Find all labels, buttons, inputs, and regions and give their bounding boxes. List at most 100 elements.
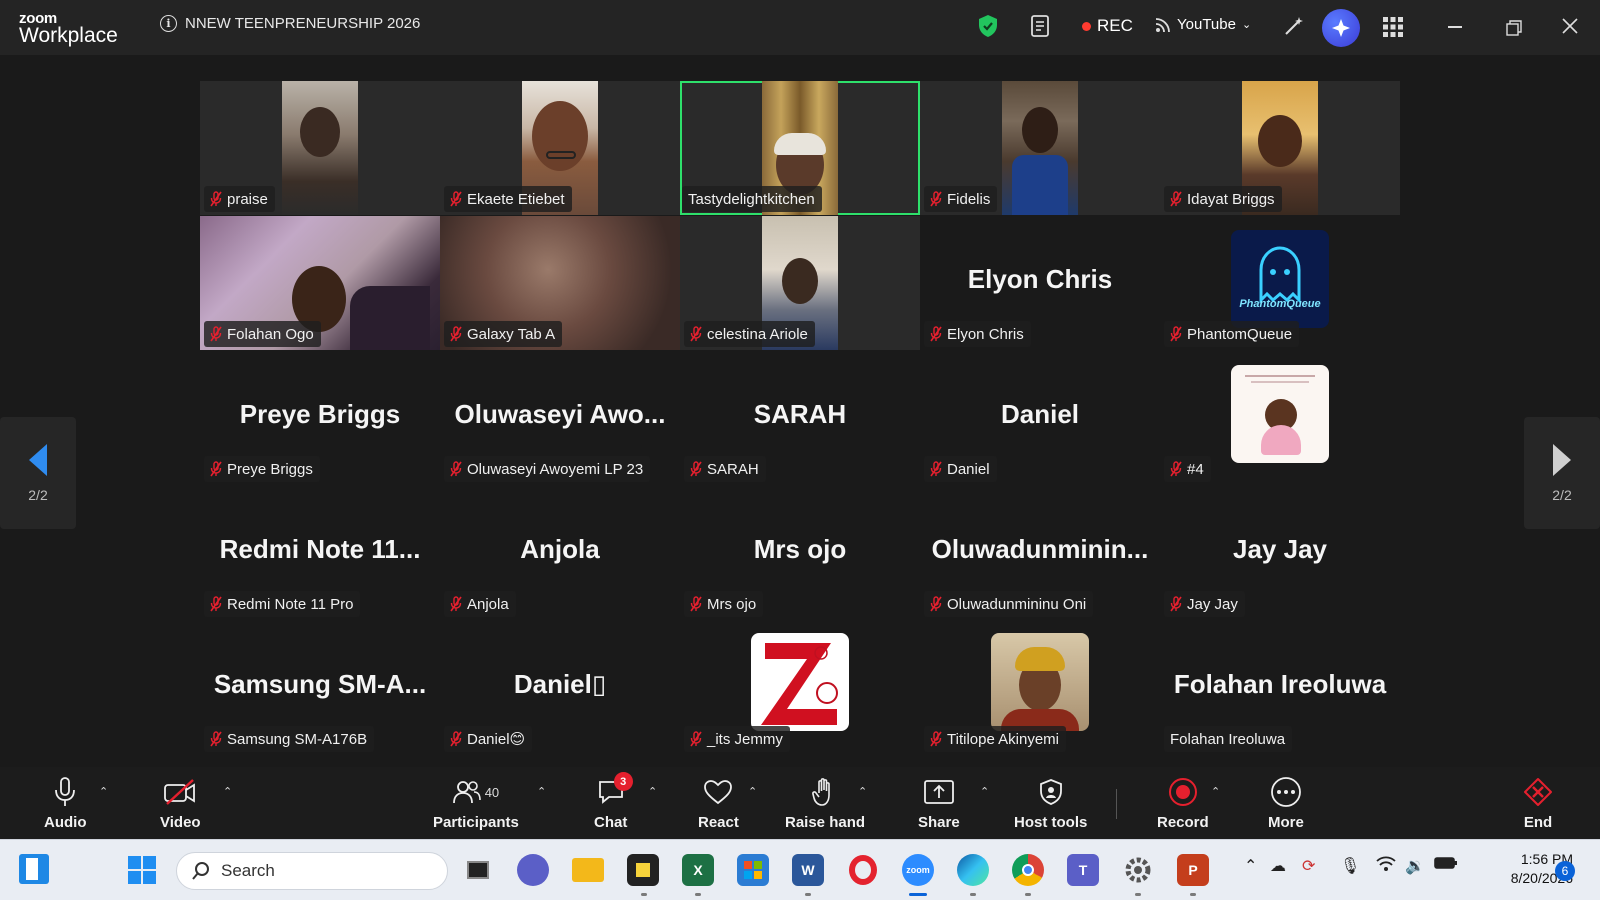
chrome-icon[interactable] [1012,854,1044,886]
participant-tile[interactable]: Ekaete Etiebet [440,81,680,215]
audio-options-caret-icon[interactable]: ⌃ [99,785,108,798]
participant-name-label: Daniel [924,456,997,482]
next-page-button[interactable]: 2/2 [1524,417,1600,529]
participant-tile[interactable]: Daniel▯ Daniel😊 [440,621,680,755]
word-icon[interactable]: W [792,854,824,886]
react-button[interactable]: React [698,776,739,831]
sync-icon[interactable]: ⟳ [1302,856,1315,876]
meeting-info[interactable]: i NNEW TEENPRENEURSHIP 2026 [160,15,420,32]
participant-tile[interactable]: #4 [1160,351,1400,485]
participant-tile[interactable]: Galaxy Tab A [440,216,680,350]
muted-mic-icon [930,596,942,612]
minimize-button[interactable] [1448,26,1462,28]
widgets-icon[interactable] [19,854,49,884]
excel-icon[interactable]: X [682,854,714,886]
notification-count-badge[interactable]: 6 [1555,861,1575,881]
task-view-icon[interactable] [462,854,494,886]
participant-tile[interactable]: Oluwadunminin... Oluwadunmininu Oni [920,486,1160,620]
microphone-tray-icon[interactable]: 🎙 [1340,856,1360,876]
end-meeting-button[interactable]: End [1523,776,1553,831]
participant-tile[interactable]: Mrs ojo Mrs ojo [680,486,920,620]
participant-tile[interactable]: Daniel Daniel [920,351,1160,485]
host-tools-button[interactable]: Host tools [1014,776,1087,831]
participant-name-label: Oluwadunmininu Oni [924,591,1094,617]
show-hidden-icons-chevron-icon[interactable]: ⌃ [1244,856,1257,876]
participant-tile[interactable]: _its Jemmy [680,621,920,755]
taskbar-search-input[interactable]: Search [176,852,448,890]
apps-grid-icon[interactable] [1383,17,1403,42]
restore-button[interactable] [1506,20,1522,41]
opera-icon[interactable] [847,854,879,886]
participant-tile[interactable]: Anjola Anjola [440,486,680,620]
raise-hand-button[interactable]: Raise hand [785,776,865,831]
participant-tile[interactable]: Preye Briggs Preye Briggs [200,351,440,485]
chat-options-caret-icon[interactable]: ⌃ [648,785,657,798]
participant-tile[interactable]: Samsung SM-A... Samsung SM-A176B [200,621,440,755]
meeting-controls-bar: Audio ⌃ Video ⌃ 40 Participants ⌃ 3 Chat… [0,767,1600,839]
page-indicator-right: 2/2 [1552,487,1572,503]
participant-tile[interactable]: Titilope Akinyemi [920,621,1160,755]
stream-label: YouTube [1177,16,1236,33]
participants-button[interactable]: 40 Participants [433,776,519,831]
annotate-wand-icon[interactable] [1282,14,1306,43]
chat-button[interactable]: 3 Chat [594,772,633,831]
logo-workplace-text: Workplace [19,24,118,47]
settings-gear-icon[interactable] [1122,854,1154,886]
participants-icon [452,781,481,804]
react-options-caret-icon[interactable]: ⌃ [748,785,757,798]
video-options-caret-icon[interactable]: ⌃ [223,785,232,798]
participant-tile[interactable]: Oluwaseyi Awo... Oluwaseyi Awoyemi LP 23 [440,351,680,485]
muted-mic-icon [1170,596,1182,612]
participant-tile[interactable]: Jay Jay Jay Jay [1160,486,1400,620]
edge-icon[interactable] [957,854,989,886]
windows-start-icon[interactable] [126,854,158,886]
zoom-app-icon[interactable]: zoom [902,854,934,886]
chat-app-icon[interactable] [517,854,549,886]
participant-tile-active-speaker[interactable]: Tastydelightkitchen [680,81,920,215]
participant-tile[interactable]: PhantomQueue PhantomQueue [1160,216,1400,350]
ai-companion-button[interactable] [1322,9,1360,47]
participant-tile[interactable]: SARAH SARAH [680,351,920,485]
muted-mic-icon [930,461,942,477]
participant-tile[interactable]: Fidelis [920,81,1160,215]
microphone-icon [55,777,76,806]
powerpoint-icon[interactable]: P [1177,854,1209,886]
share-button[interactable]: Share [918,776,960,831]
participant-tile[interactable]: Elyon Chris Elyon Chris [920,216,1160,350]
livestream-dropdown[interactable]: YouTube ⌄ [1155,16,1251,33]
security-shield-icon[interactable] [978,14,998,43]
participant-name-label: Daniel😊 [444,726,533,752]
participant-tile[interactable]: Folahan Ogo [200,216,440,350]
muted-mic-icon [450,596,462,612]
close-window-button[interactable] [1562,18,1578,39]
participant-tile[interactable]: Idayat Briggs [1160,81,1400,215]
cloud-offline-icon[interactable]: ☁ [1270,856,1286,876]
raise-hand-options-caret-icon[interactable]: ⌃ [858,785,867,798]
battery-icon[interactable] [1434,856,1458,875]
microsoft-store-icon[interactable] [737,854,769,886]
record-button[interactable]: Record [1157,776,1209,831]
video-button[interactable]: Video [160,776,201,831]
notes-icon[interactable] [1030,14,1052,43]
file-explorer-icon[interactable] [572,858,604,882]
running-indicator [641,893,647,896]
participant-tile[interactable]: praise [200,81,440,215]
more-button[interactable]: More [1268,776,1304,831]
wifi-icon[interactable] [1376,856,1396,877]
record-options-caret-icon[interactable]: ⌃ [1211,785,1220,798]
teams-icon[interactable]: T [1067,854,1099,886]
previous-page-button[interactable]: 2/2 [0,417,76,529]
end-label: End [1523,814,1553,831]
participants-options-caret-icon[interactable]: ⌃ [537,785,546,798]
share-options-caret-icon[interactable]: ⌃ [980,785,989,798]
broadcast-icon [1155,17,1170,32]
participant-tile[interactable]: Folahan Ireoluwa Folahan Ireoluwa [1160,621,1400,755]
volume-icon[interactable]: 🔉 [1405,856,1425,876]
recording-indicator[interactable]: REC [1082,16,1133,36]
sticky-notes-icon[interactable] [627,854,659,886]
muted-mic-icon [690,461,702,477]
participant-tile[interactable]: Redmi Note 11... Redmi Note 11 Pro [200,486,440,620]
audio-button[interactable]: Audio [44,776,87,831]
participant-tile[interactable]: celestina Ariole [680,216,920,350]
info-icon[interactable]: i [160,15,177,32]
